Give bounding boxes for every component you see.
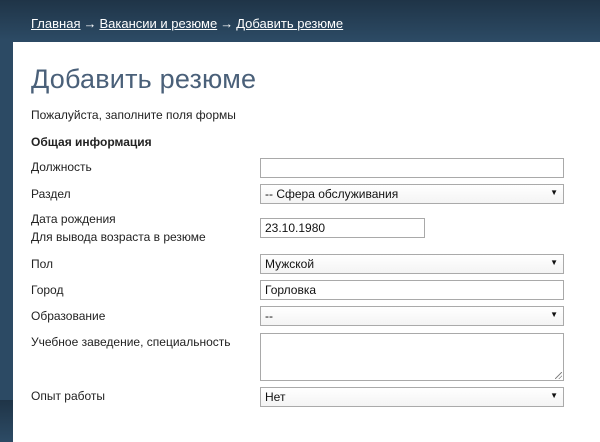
category-label: Раздел <box>31 187 71 201</box>
breadcrumb-vacancies-link[interactable]: Вакансии и резюме <box>99 16 217 31</box>
gender-select[interactable]: Мужской ▼ <box>260 254 564 274</box>
chevron-down-icon: ▼ <box>550 310 558 319</box>
chevron-down-icon: ▼ <box>550 188 558 197</box>
city-label: Город <box>31 283 64 297</box>
section-title: Общая информация <box>31 135 152 149</box>
birth-date-sublabel: Для вывода возраста в резюме <box>31 230 206 244</box>
breadcrumb-home-link[interactable]: Главная <box>31 16 80 31</box>
chevron-down-icon: ▼ <box>550 258 558 267</box>
page-title: Добавить резюме <box>31 64 257 94</box>
form-note: Пожалуйста, заполните поля формы <box>31 108 236 122</box>
gender-select-value: Мужской <box>265 257 315 271</box>
education-select[interactable]: -- ▼ <box>260 306 564 326</box>
experience-select-value: Нет <box>265 390 286 404</box>
education-select-value: -- <box>265 309 273 323</box>
institution-textarea[interactable] <box>260 333 564 381</box>
experience-select[interactable]: Нет ▼ <box>260 387 564 407</box>
gender-label: Пол <box>31 257 54 271</box>
position-label: Должность <box>31 160 92 174</box>
birth-date-input[interactable] <box>260 218 425 238</box>
breadcrumb-separator: → <box>83 16 97 31</box>
category-select[interactable]: -- Сфера обслуживания ▼ <box>260 184 564 204</box>
category-select-value: -- Сфера обслуживания <box>265 187 399 201</box>
chevron-down-icon: ▼ <box>550 391 558 400</box>
breadcrumb-current-link[interactable]: Добавить резюме <box>236 16 343 31</box>
education-label: Образование <box>31 309 106 323</box>
position-input[interactable] <box>260 158 564 178</box>
institution-label: Учебное заведение, специальность <box>31 335 231 349</box>
resize-handle-icon[interactable] <box>555 372 562 379</box>
experience-label: Опыт работы <box>31 389 106 403</box>
city-input[interactable] <box>260 280 564 300</box>
content-panel: Добавить резюме Пожалуйста, заполните по… <box>13 42 600 442</box>
breadcrumb-separator: → <box>220 16 234 31</box>
breadcrumb: Главная → Вакансии и резюме → Добавить резюм… <box>31 16 343 31</box>
birth-date-label: Дата рождения <box>31 212 116 226</box>
